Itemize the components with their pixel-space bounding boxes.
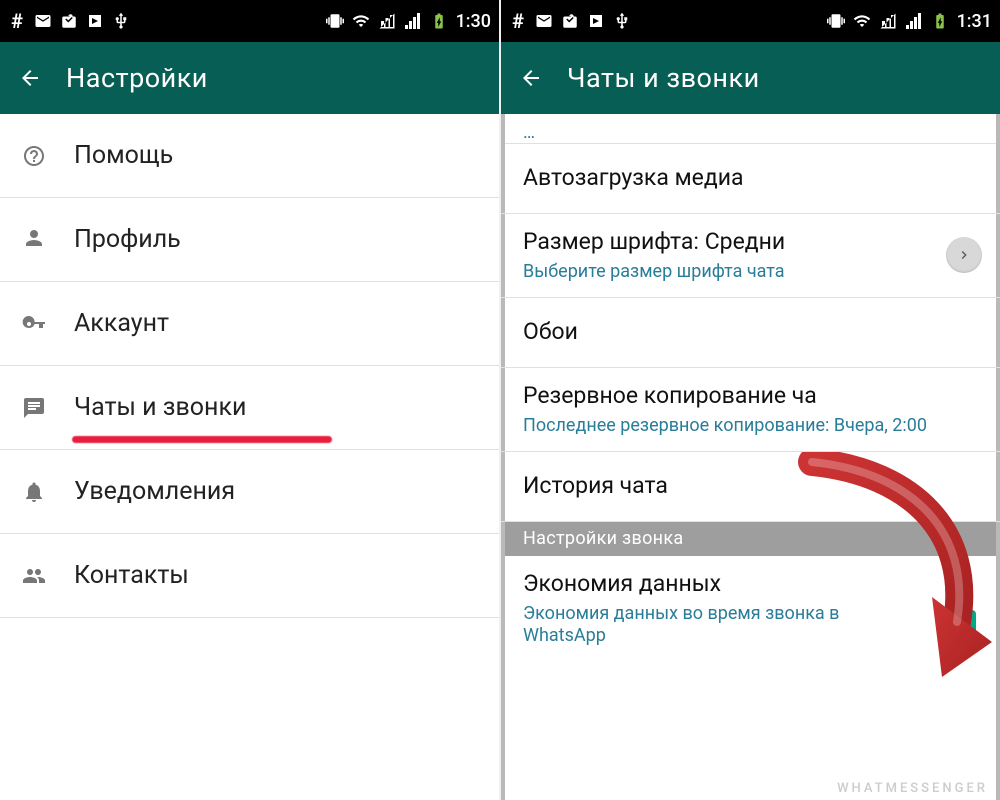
battery-icon [430, 12, 448, 30]
item-label: Аккаунт [74, 309, 169, 338]
bell-icon [18, 480, 50, 504]
wifi-icon [853, 12, 871, 30]
chat-icon [18, 396, 50, 420]
appbar-title: Чаты и звонки [567, 62, 760, 94]
settings-item-chats-calls[interactable]: Чаты и звонки [0, 366, 499, 450]
back-path [22, 70, 38, 86]
settings-item-notifications[interactable]: Уведомления [0, 450, 499, 534]
row-title: Резервное копирование ча [523, 382, 978, 411]
help-icon [18, 144, 50, 168]
section-call-settings: Настройки звонка [501, 522, 1000, 556]
gmail-icon [34, 12, 52, 30]
screenshot-left: # 1:30 Настройки Помощь Профиль [0, 0, 499, 800]
hash-icon: # [509, 12, 527, 30]
checkbox-data-saving[interactable] [948, 610, 976, 638]
item-label: Чаты и звонки [74, 393, 246, 422]
hash-icon: # [8, 12, 26, 30]
group-icon [18, 564, 50, 588]
status-bar: # 1:31 [501, 0, 1000, 42]
app-bar: Чаты и звонки [501, 42, 1000, 114]
person-icon [18, 228, 50, 252]
row-font-size[interactable]: Размер шрифта: Средни Выберите размер шр… [501, 214, 1000, 298]
cell-data-icon [879, 12, 897, 30]
chevron-right-icon[interactable] [946, 237, 982, 273]
item-label: Уведомления [74, 477, 235, 506]
row-backup[interactable]: Резервное копирование ча Последнее резер… [501, 368, 1000, 452]
row-media-autodownload[interactable]: Автозагрузка медиа [501, 144, 1000, 214]
play-store-icon [587, 12, 605, 30]
gmail-icon [535, 12, 553, 30]
row-data-saving[interactable]: Экономия данных Экономия данных во время… [501, 556, 1000, 678]
usb-icon [613, 12, 631, 30]
screenshot-right: # 1:31 Чаты и звонки … Автозагрузка меди… [501, 0, 1000, 800]
status-clock: 1:31 [957, 11, 992, 32]
appbar-title: Настройки [66, 62, 208, 94]
row-title: Экономия данных [523, 570, 978, 599]
row-subtitle: Выберите размер шрифта чата [523, 261, 978, 284]
play-store-icon [86, 12, 104, 30]
item-label: Контакты [74, 561, 189, 590]
settings-item-contacts[interactable]: Контакты [0, 534, 499, 618]
settings-item-help[interactable]: Помощь [0, 114, 499, 198]
settings-item-account[interactable]: Аккаунт [0, 282, 499, 366]
highlight-underline [72, 436, 332, 443]
bag-icon [60, 12, 78, 30]
settings-list: Помощь Профиль Аккаунт Чаты и звонки Уве… [0, 114, 499, 618]
row-title: Автозагрузка медиа [523, 164, 978, 193]
row-subtitle: Экономия данных во время звонка в WhatsA… [523, 603, 978, 648]
item-label: Помощь [74, 141, 173, 170]
row-wallpaper[interactable]: Обои [501, 298, 1000, 368]
item-label: Профиль [74, 225, 181, 254]
vibrate-icon [827, 12, 845, 30]
usb-icon [112, 12, 130, 30]
wifi-icon [352, 12, 370, 30]
status-clock: 1:30 [456, 11, 491, 32]
settings-item-profile[interactable]: Профиль [0, 198, 499, 282]
watermark: WHATMESSENGER [837, 781, 988, 796]
vibrate-icon [326, 12, 344, 30]
row-title: История чата [523, 472, 978, 501]
row-subtitle: Последнее резервное копирование: Вчера, … [523, 415, 978, 438]
battery-icon [931, 12, 949, 30]
signal-icon [404, 12, 422, 30]
row-chat-history[interactable]: История чата [501, 452, 1000, 522]
key-icon [18, 312, 50, 336]
truncated-row-above: … [501, 114, 1000, 144]
row-title: Размер шрифта: Средни [523, 228, 978, 257]
row-title: Обои [523, 318, 978, 347]
bag-icon [561, 12, 579, 30]
status-bar: # 1:30 [0, 0, 499, 42]
back-icon[interactable] [18, 66, 42, 90]
back-icon[interactable] [519, 66, 543, 90]
cell-data-icon [378, 12, 396, 30]
app-bar: Настройки [0, 42, 499, 114]
signal-icon [905, 12, 923, 30]
